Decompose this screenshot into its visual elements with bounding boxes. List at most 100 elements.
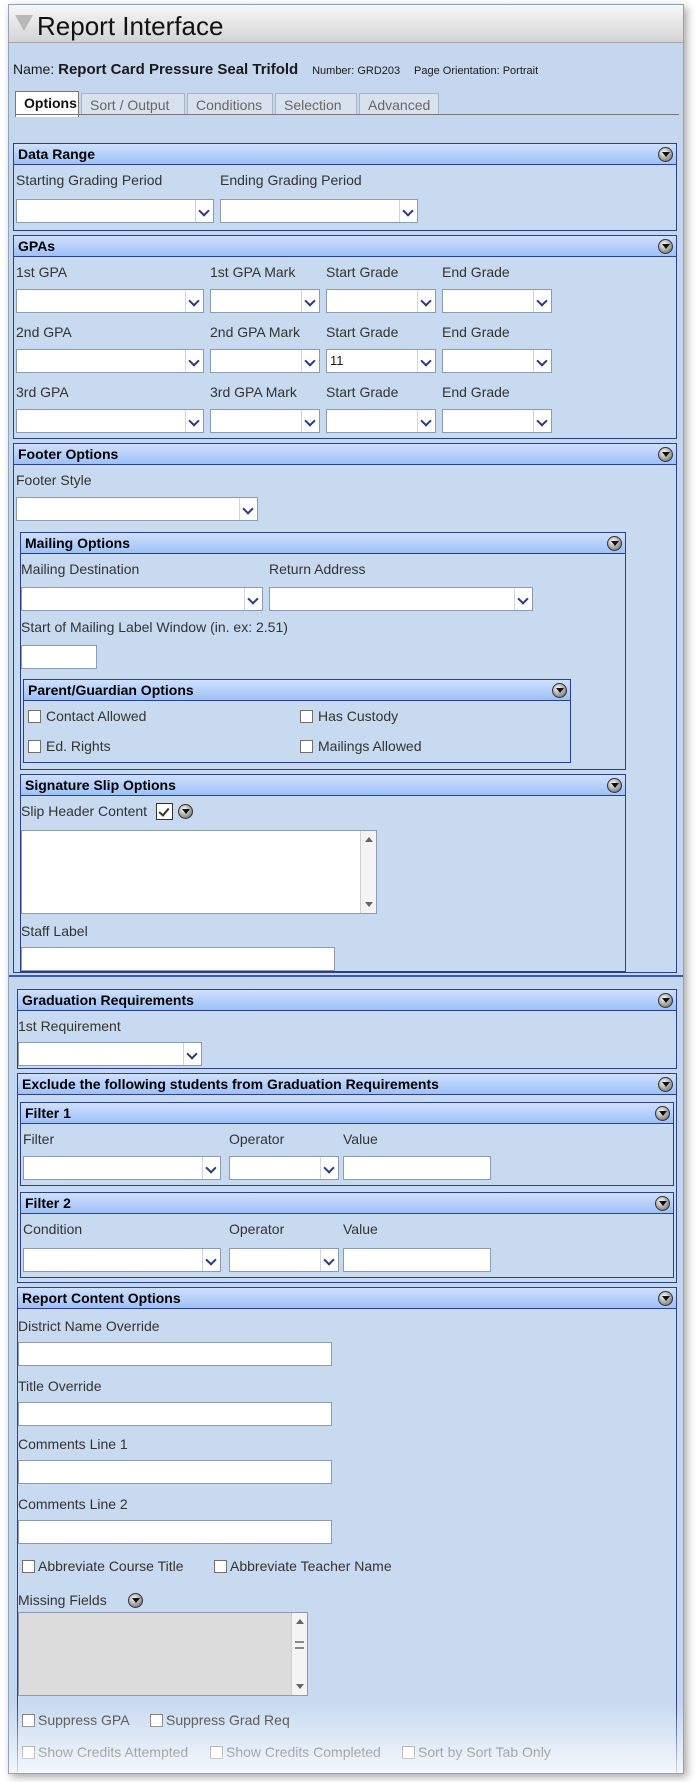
gpa-3-end-grade-select[interactable] <box>442 409 552 433</box>
filter-2-operator-select[interactable] <box>229 1248 339 1272</box>
end-grade-label: End Grade <box>442 384 510 400</box>
filter-1-value-input[interactable] <box>343 1156 491 1180</box>
gpa-1-start-grade-select[interactable] <box>326 289 436 313</box>
abbreviate-course-title-checkbox[interactable] <box>22 1560 35 1573</box>
first-requirement-label: 1st Requirement <box>18 1018 121 1034</box>
footer-style-select[interactable] <box>16 497 258 521</box>
scrollbar[interactable] <box>291 1613 307 1695</box>
chevron-down-icon[interactable] <box>202 1249 220 1271</box>
filter-label: Filter <box>23 1131 55 1147</box>
gpa-mark-label: 1st GPA Mark <box>210 264 296 280</box>
gpa-2-select[interactable] <box>16 349 204 373</box>
gpa-3-start-grade-select[interactable] <box>326 409 436 433</box>
slip-header-content-textarea[interactable] <box>21 830 377 914</box>
mailing-destination-select[interactable] <box>21 587 263 611</box>
gpa-3-mark-select[interactable] <box>210 409 320 433</box>
title-override-input[interactable] <box>18 1402 332 1426</box>
chevron-down-icon[interactable] <box>185 410 203 432</box>
select-value: 11 <box>330 353 344 368</box>
chevron-down-icon[interactable] <box>320 1157 338 1179</box>
contact-allowed-checkbox[interactable] <box>28 710 41 723</box>
tab-conditions[interactable]: Conditions <box>187 93 273 115</box>
scroll-up-icon[interactable] <box>365 837 373 842</box>
start-grade-label: Start Grade <box>326 324 399 340</box>
edit-content-icon[interactable] <box>156 803 173 820</box>
chevron-down-icon[interactable] <box>533 410 551 432</box>
tab-advanced[interactable]: Advanced <box>359 93 439 115</box>
collapse-icon[interactable] <box>658 447 673 462</box>
chevron-down-icon[interactable] <box>244 588 262 610</box>
ending-grading-period-select[interactable] <box>220 199 418 223</box>
return-address-select[interactable] <box>269 587 533 611</box>
scroll-grip-icon[interactable] <box>295 1641 304 1649</box>
collapse-icon[interactable] <box>655 1196 670 1211</box>
comments-line-1-input[interactable] <box>18 1460 332 1484</box>
chevron-down-icon[interactable] <box>533 350 551 372</box>
gpa-2-start-grade-select[interactable]: 11 <box>326 349 436 373</box>
filter-1-operator-select[interactable] <box>229 1156 339 1180</box>
abbreviate-teacher-name-checkbox[interactable] <box>214 1560 227 1573</box>
staff-label-input[interactable] <box>21 947 335 971</box>
chevron-down-icon[interactable] <box>183 1043 201 1065</box>
mailing-label-window-input[interactable] <box>21 645 97 669</box>
help-dropdown-icon[interactable] <box>128 1593 143 1608</box>
chevron-down-icon[interactable] <box>185 350 203 372</box>
comments-line-2-input[interactable] <box>18 1520 332 1544</box>
chevron-down-icon[interactable] <box>417 350 435 372</box>
chevron-down-icon[interactable] <box>185 290 203 312</box>
filter-2-value-input[interactable] <box>343 1248 491 1272</box>
filter-1-field-select[interactable] <box>23 1156 221 1180</box>
chevron-down-icon[interactable] <box>301 350 319 372</box>
gpa-1-end-grade-select[interactable] <box>442 289 552 313</box>
chevron-down-icon[interactable] <box>399 200 417 222</box>
chevron-down-icon[interactable] <box>195 200 213 222</box>
chevron-down-icon[interactable] <box>320 1249 338 1271</box>
sort-by-sort-tab-only-checkbox[interactable] <box>402 1746 415 1759</box>
scroll-down-icon[interactable] <box>296 1684 304 1689</box>
tab-selection[interactable]: Selection <box>275 93 357 115</box>
scroll-down-icon[interactable] <box>365 902 373 907</box>
collapse-icon[interactable] <box>607 778 622 793</box>
chevron-down-icon[interactable] <box>239 498 257 520</box>
suppress-gpa-checkbox[interactable] <box>22 1714 35 1727</box>
abbreviate-course-title-label: Abbreviate Course Title <box>38 1558 184 1574</box>
first-requirement-select[interactable] <box>18 1042 202 1066</box>
has-custody-checkbox[interactable] <box>300 710 313 723</box>
collapse-icon[interactable] <box>607 536 622 551</box>
collapse-icon[interactable] <box>552 683 567 698</box>
scroll-up-icon[interactable] <box>296 1619 304 1624</box>
collapse-icon[interactable] <box>658 147 673 162</box>
missing-fields-listbox[interactable] <box>18 1612 308 1696</box>
show-credits-completed-checkbox[interactable] <box>210 1746 223 1759</box>
chevron-down-icon[interactable] <box>514 588 532 610</box>
collapse-icon[interactable] <box>658 993 673 1008</box>
gpa-2-end-grade-select[interactable] <box>442 349 552 373</box>
scrollbar[interactable] <box>360 831 376 913</box>
chevron-down-icon[interactable] <box>202 1157 220 1179</box>
footer-options-title: Footer Options <box>18 446 119 462</box>
tab-sort-output[interactable]: Sort / Output <box>81 93 185 115</box>
title-override-label: Title Override <box>18 1378 102 1394</box>
ed-rights-checkbox[interactable] <box>28 740 41 753</box>
mailings-allowed-checkbox[interactable] <box>300 740 313 753</box>
chevron-down-icon[interactable] <box>301 410 319 432</box>
collapse-icon[interactable] <box>658 1077 673 1092</box>
chevron-down-icon[interactable] <box>417 410 435 432</box>
suppress-grad-req-checkbox[interactable] <box>150 1714 163 1727</box>
show-credits-attempted-checkbox[interactable] <box>22 1746 35 1759</box>
starting-grading-period-select[interactable] <box>16 199 214 223</box>
chevron-down-icon[interactable] <box>533 290 551 312</box>
collapse-icon[interactable] <box>655 1106 670 1121</box>
district-name-override-input[interactable] <box>18 1342 332 1366</box>
collapse-icon[interactable] <box>658 239 673 254</box>
gpa-1-select[interactable] <box>16 289 204 313</box>
filter-2-condition-select[interactable] <box>23 1248 221 1272</box>
gpa-1-mark-select[interactable] <box>210 289 320 313</box>
help-dropdown-icon[interactable] <box>178 804 193 819</box>
chevron-down-icon[interactable] <box>417 290 435 312</box>
gpa-2-mark-select[interactable] <box>210 349 320 373</box>
parent-guardian-options-panel: Parent/Guardian Options Contact Allowed … <box>23 679 571 763</box>
chevron-down-icon[interactable] <box>301 290 319 312</box>
gpa-3-select[interactable] <box>16 409 204 433</box>
collapse-icon[interactable] <box>658 1291 673 1306</box>
